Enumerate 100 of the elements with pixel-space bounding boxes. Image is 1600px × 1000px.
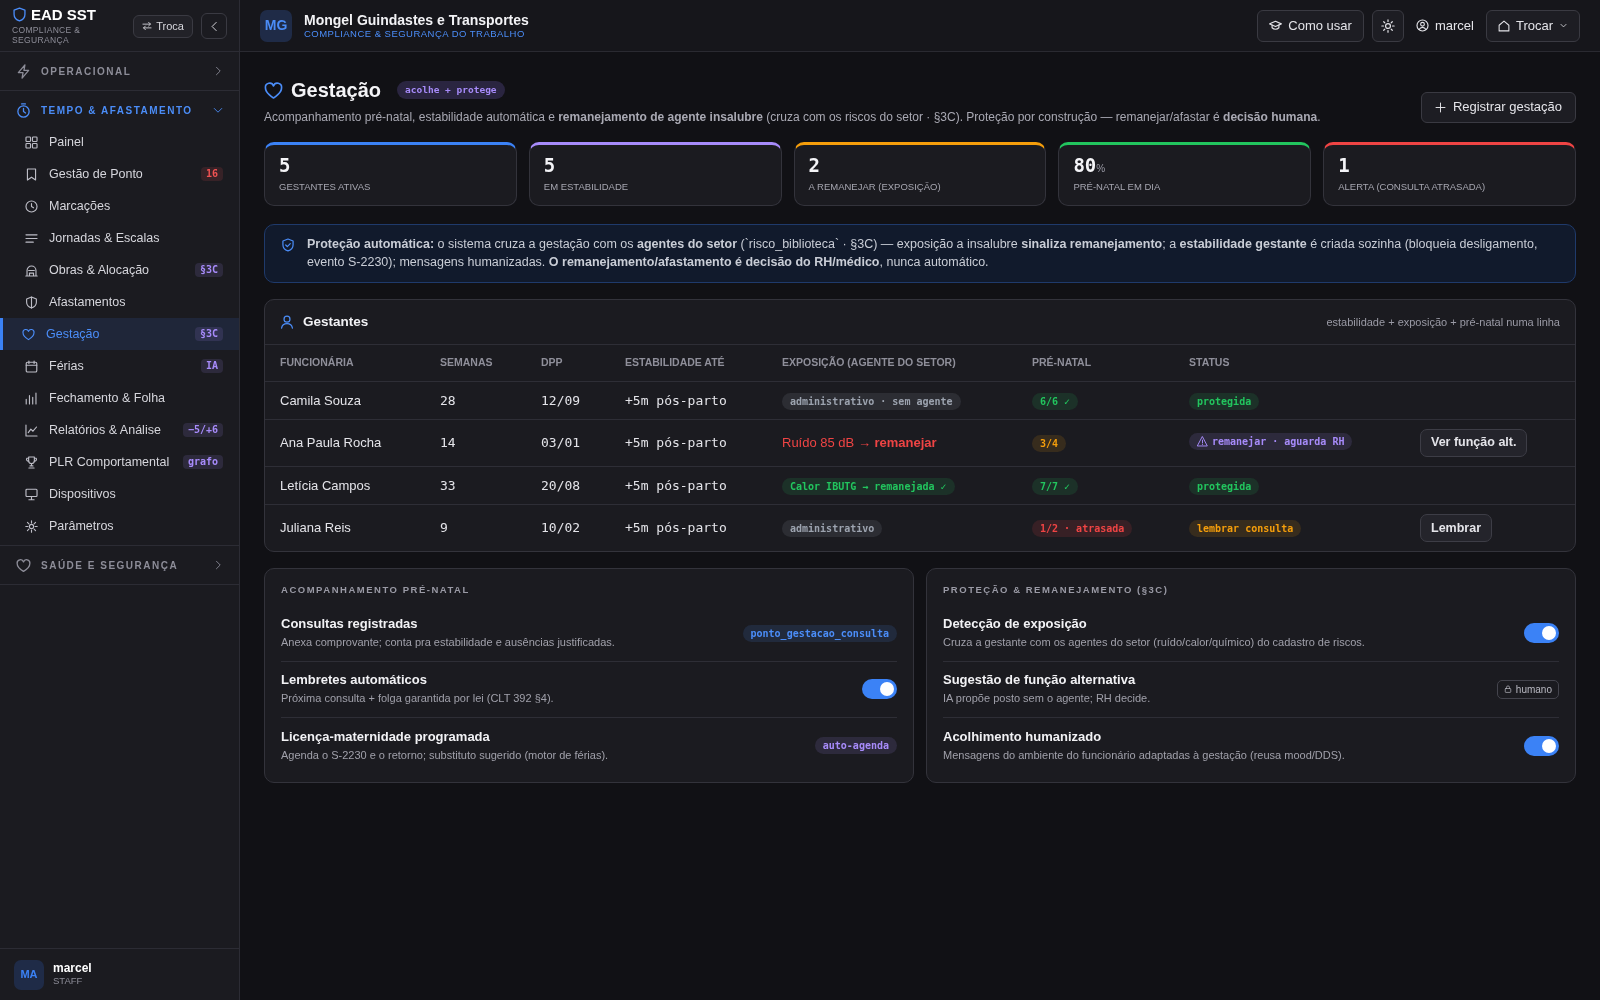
sidebar-item[interactable]: Parâmetros: [0, 510, 239, 542]
column-header: FUNCIONÁRIA: [265, 345, 425, 382]
prenatal-tag: 1/2 · atrasada: [1032, 520, 1133, 538]
lightning-icon: [16, 63, 31, 79]
switch-menu-button[interactable]: Trocar: [1485, 9, 1580, 42]
table-cell: +5m pós-parto: [610, 419, 767, 467]
user-icon: [1415, 19, 1429, 32]
sidebar-section-toggle[interactable]: OPERACIONAL: [0, 55, 239, 87]
setting-description: Mensagens do ambiente do funcionário adaptadas à gestação (reusa mood/DDS).: [943, 747, 1345, 763]
company-avatar: MG: [260, 9, 292, 42]
setting-title: Detecção de exposição: [943, 616, 1088, 633]
row-action-button[interactable]: Ver função alt.: [1420, 428, 1528, 457]
setting-description: Agenda o S-2230 e o retorno; substituto sugerido (motor de férias).: [281, 747, 609, 763]
heart-icon: [22, 327, 35, 341]
theme-toggle-button[interactable]: [1371, 9, 1404, 42]
status-tag: remanejar · aguarda RH: [1189, 433, 1353, 450]
shield-icon: [12, 7, 27, 22]
stat-label: GESTANTES ATIVAS: [279, 179, 372, 194]
help-button[interactable]: Como usar: [1257, 9, 1364, 42]
table-cell: 28: [425, 381, 526, 420]
status-tag: lembrar consulta: [1189, 520, 1302, 538]
collapse-sidebar-button[interactable]: [201, 13, 227, 39]
stopwatch-icon: [16, 102, 31, 118]
table-cell: 33: [425, 466, 526, 505]
toggle-switch[interactable]: [862, 679, 897, 699]
plus-icon: [1434, 101, 1446, 113]
page-tag: acolhe + protege: [397, 80, 505, 100]
company-name: Mongel Guindastes e Transportes: [304, 11, 529, 28]
switch-button[interactable]: Troca: [133, 14, 193, 38]
page-title: Gestação: [291, 78, 382, 102]
brand-subtitle: COMPLIANCE & SEGURANÇA: [12, 25, 82, 46]
user-avatar: MA: [14, 959, 44, 990]
setting-title: Acolhimento humanizado: [943, 728, 1103, 746]
sidebar-item[interactable]: Relatórios & Análise −5/+6: [0, 414, 239, 446]
sidebar-section-toggle[interactable]: SAÚDE E SEGURANÇA: [0, 549, 239, 581]
brand-title: EAD SST: [31, 7, 96, 22]
row-action-button[interactable]: Lembrar: [1420, 514, 1493, 542]
table-cell: 12/09: [526, 381, 610, 420]
column-header: DPP: [526, 345, 610, 382]
sidebar-item[interactable]: Obras & Alocação §3C: [0, 254, 239, 286]
trophy-icon: [25, 455, 38, 469]
table-cell: 20/08: [526, 466, 610, 505]
table-note: estabilidade + exposição + pré-natal numa linha: [1326, 314, 1560, 330]
table-cell: 03/01: [526, 419, 610, 467]
stat-value: 5: [279, 154, 292, 177]
setting-title: Consultas registradas: [281, 616, 419, 633]
panel-title: PROTEÇÃO & REMANEJAMENTO (§3C): [943, 583, 1170, 598]
sidebar-item[interactable]: Fechamento & Folha: [0, 382, 239, 414]
column-header: ESTABILIDADE ATÉ: [610, 345, 767, 382]
sidebar-item[interactable]: Afastamentos: [0, 286, 239, 318]
sidebar-item[interactable]: Jornadas & Escalas: [0, 222, 239, 254]
building-icon: [25, 263, 38, 277]
column-header: STATUS: [1174, 345, 1405, 382]
user-menu[interactable]: marcel: [1411, 15, 1478, 36]
locked-tag: humano: [1496, 679, 1559, 699]
exposure-tag: Calor IBUTG → remanejada ✓: [782, 477, 955, 495]
swap-icon: [142, 21, 153, 31]
setting-description: Próxima consulta + folga garantida por lei (CLT 392 §4).: [281, 691, 554, 706]
prenatal-tag: 6/6 ✓: [1032, 392, 1079, 410]
table-cell: Ana Paula Rocha: [265, 419, 425, 467]
clock-icon: [25, 199, 38, 213]
company-subtitle: COMPLIANCE & SEGURANÇA DO TRABALHO: [304, 27, 525, 40]
sidebar-item[interactable]: Dispositivos: [0, 478, 239, 510]
table-cell: Juliana Reis: [265, 504, 425, 552]
sidebar-item[interactable]: PLR Comportamental grafo: [0, 446, 239, 478]
sidebar-item[interactable]: Gestação §3C: [0, 318, 239, 350]
sidebar-item[interactable]: Gestão de Ponto 16: [0, 158, 239, 190]
sidebar-section-toggle[interactable]: TEMPO & AFASTAMENTO: [0, 94, 239, 126]
table-cell: 14: [425, 419, 526, 467]
monitor-icon: [25, 487, 38, 501]
prenatal-tag: 3/4: [1032, 435, 1067, 452]
sidebar-item[interactable]: Painel: [0, 126, 239, 158]
sidebar-item[interactable]: Marcações: [0, 190, 239, 222]
sidebar-badge: §3C: [194, 326, 223, 342]
stat-value: 1: [1338, 154, 1351, 177]
table-cell: Camila Souza: [265, 381, 425, 420]
sidebar-item[interactable]: Férias IA: [0, 350, 239, 382]
table-cell: 10/02: [526, 504, 610, 552]
column-header: SEMANAS: [425, 345, 526, 382]
page-description: Acompanhamento pré-natal, estabilidade automática e remanejamento de agente insalubre (cruza com os riscos do setor · §3C). Proteção por construção — remanejar/afastar é decisão humana.: [264, 109, 1321, 126]
sidebar-badge: grafo: [182, 454, 223, 470]
toggle-switch[interactable]: [1524, 735, 1559, 756]
user-role: STAFF: [53, 975, 84, 987]
chevron-right-icon: [213, 66, 223, 76]
bar-chart-icon: [25, 391, 38, 405]
calendar-icon: [25, 359, 38, 373]
table-cell: +5m pós-parto: [610, 504, 767, 552]
table-cell: 9: [425, 504, 526, 552]
caret-icon: [1559, 21, 1568, 30]
info-message: Proteção automática: o sistema cruza a gestação com os agentes do setor (`risco_biblioteca` · §3C) — exposição a insalubre sinaliza remanejamento; a estabilidade gestante é criada sozinha (bloqueia desligamento, evento S-2230); mensagens humanizadas. O remanejamento/afastamento é decisão do RH/médico, nunca automático.: [307, 236, 1539, 271]
stat-label: PRÉ-NATAL EM DIA: [1073, 179, 1162, 194]
register-button[interactable]: Registrar gestação: [1420, 91, 1576, 123]
sidebar-badge: IA: [200, 358, 223, 374]
panel-title: ACOMPANHAMENTO PRÉ-NATAL: [281, 583, 471, 598]
stat-label: EM ESTABILIDADE: [543, 179, 630, 194]
status-tag: protegida: [1189, 392, 1260, 410]
code-tag: ponto_gestacao_consulta: [742, 624, 897, 642]
prenatal-tag: 7/7 ✓: [1032, 477, 1079, 495]
toggle-switch[interactable]: [1524, 623, 1559, 643]
shield-icon: [25, 295, 38, 309]
